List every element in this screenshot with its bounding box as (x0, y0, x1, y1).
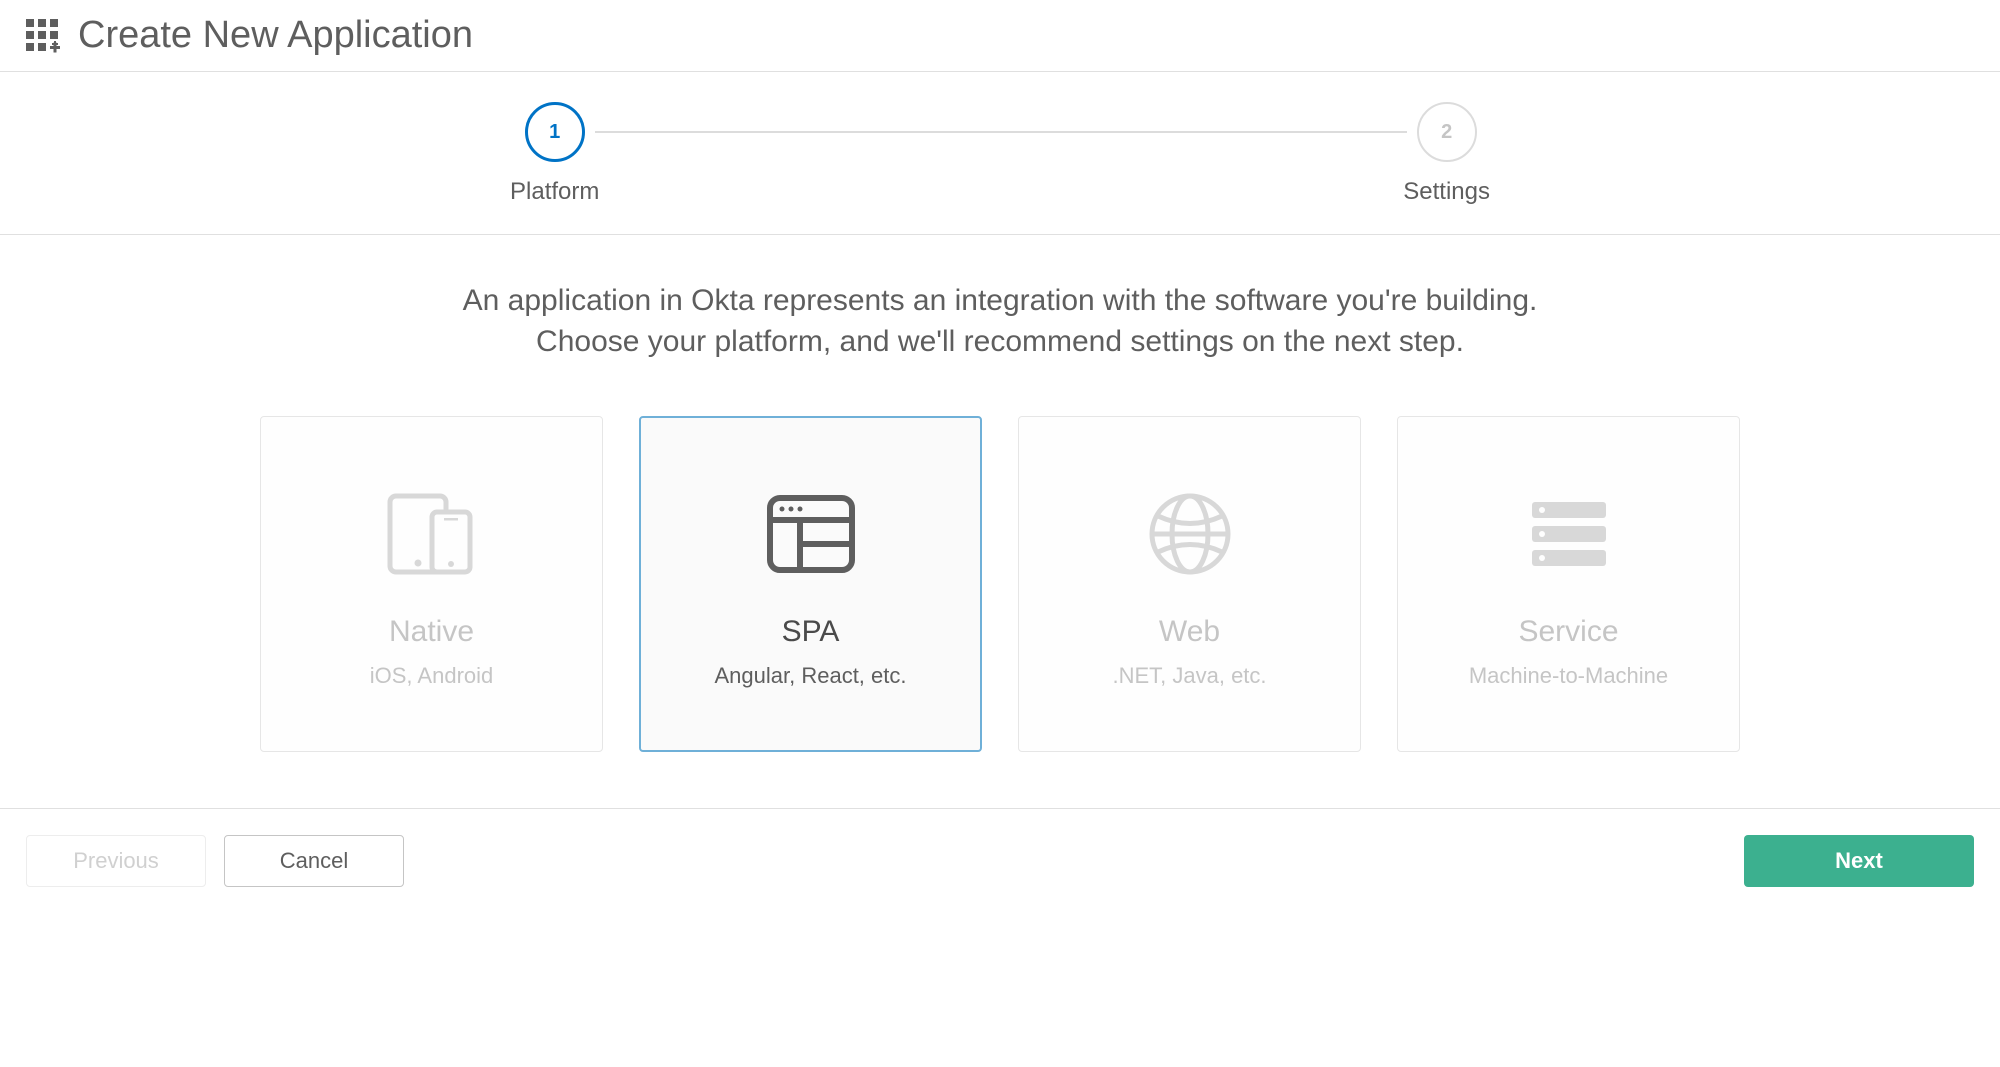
wizard-footer: Previous Cancel Next (0, 809, 2000, 913)
mobile-devices-icon (384, 479, 480, 589)
card-subtitle: Machine-to-Machine (1469, 663, 1668, 689)
card-title: Native (389, 615, 474, 649)
cancel-button[interactable]: Cancel (224, 835, 404, 887)
step-number: 1 (525, 102, 585, 162)
page-title: Create New Application (78, 14, 473, 57)
step-settings: 2 Settings (1403, 102, 1490, 206)
previous-button[interactable]: Previous (26, 835, 206, 887)
platform-card-web[interactable]: Web .NET, Java, etc. (1018, 416, 1361, 752)
platform-cards: Native iOS, Android SPA Angular, React, … (0, 390, 2000, 808)
card-subtitle: Angular, React, etc. (715, 663, 907, 689)
card-subtitle: .NET, Java, etc. (1112, 663, 1266, 689)
description: An application in Okta represents an int… (350, 235, 1650, 390)
card-subtitle: iOS, Android (370, 663, 494, 689)
step-label: Platform (510, 178, 599, 206)
card-title: Service (1518, 615, 1618, 649)
step-platform: 1 Platform (510, 102, 599, 206)
card-title: SPA (782, 615, 840, 649)
apps-plus-icon (26, 19, 60, 53)
globe-icon (1147, 479, 1233, 589)
step-label: Settings (1403, 178, 1490, 206)
card-title: Web (1159, 615, 1220, 649)
next-button[interactable]: Next (1744, 835, 1974, 887)
description-line1: An application in Okta represents an int… (463, 284, 1538, 317)
platform-card-service[interactable]: Service Machine-to-Machine (1397, 416, 1740, 752)
step-connector (595, 131, 1407, 133)
step-number: 2 (1417, 102, 1477, 162)
server-stack-icon (1524, 479, 1614, 589)
description-line2: Choose your platform, and we'll recommen… (536, 325, 1464, 358)
page-header: Create New Application (0, 0, 2000, 71)
browser-layout-icon (766, 479, 856, 589)
wizard-stepper: 1 Platform 2 Settings (0, 72, 2000, 234)
platform-card-spa[interactable]: SPA Angular, React, etc. (639, 416, 982, 752)
platform-card-native[interactable]: Native iOS, Android (260, 416, 603, 752)
